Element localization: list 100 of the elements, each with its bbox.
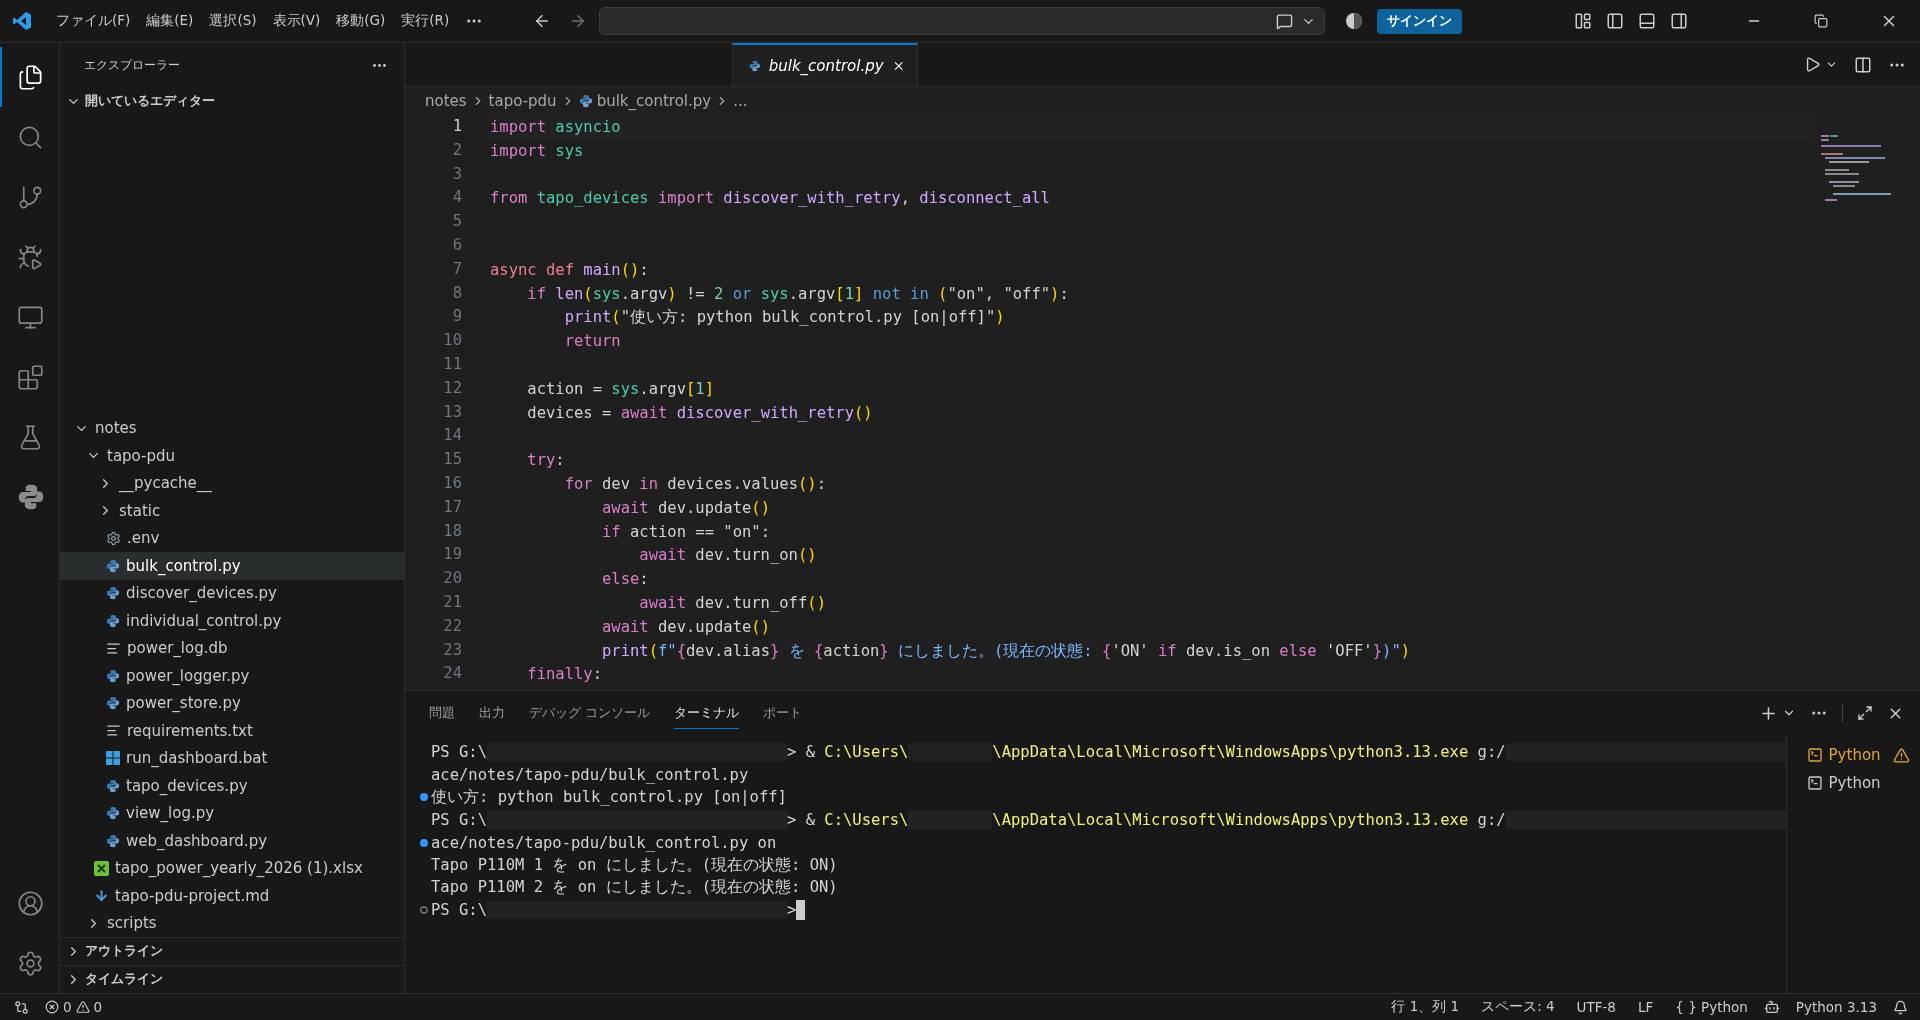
copilot-icon[interactable] — [1345, 12, 1364, 30]
section-header[interactable]: タイムライン — [60, 965, 404, 993]
status-item[interactable]: 行 1、列 1 — [1385, 998, 1466, 1016]
chat-icon[interactable] — [1276, 12, 1294, 30]
arrow-down-icon — [94, 888, 109, 904]
run-icon[interactable] — [1804, 56, 1821, 73]
copilot-icon[interactable] — [1763, 999, 1780, 1015]
python-logo-icon[interactable] — [16, 483, 45, 511]
panel-left-icon[interactable] — [1606, 12, 1624, 30]
file-item[interactable]: power_log.db — [60, 634, 404, 662]
file-item[interactable]: bulk_control.py — [60, 552, 404, 580]
extensions-icon[interactable] — [17, 363, 44, 391]
code-line: await dev.update() — [600, 497, 771, 519]
line-number: 16 — [442, 472, 463, 494]
panel-tab[interactable]: ターミナル — [674, 697, 740, 729]
python-file-icon — [749, 58, 761, 73]
line-number: 23 — [442, 639, 463, 661]
explorer-icon[interactable] — [17, 63, 44, 91]
line-number: 15 — [442, 449, 463, 471]
remote-icon[interactable] — [14, 999, 29, 1015]
run-debug-icon[interactable] — [17, 243, 44, 271]
file-item[interactable]: power_logger.py — [60, 662, 404, 690]
breadcrumb-item[interactable]: ... — [733, 92, 748, 110]
status-item[interactable]: UTF-8 — [1570, 999, 1622, 1015]
terminal-line: ace/notes/tapo-pdu/bulk_control.py — [430, 764, 750, 786]
success-dot-icon — [420, 793, 428, 802]
code-line: if len(sys.argv) != 2 or sys.argv[1] not in ("on", "off"): — [526, 283, 1070, 305]
terminal-line: ace/notes/tapo-pdu/bulk_control.py on — [417, 831, 1786, 854]
notifications-icon[interactable] — [1893, 999, 1908, 1015]
maximize-icon[interactable] — [1857, 705, 1873, 721]
file-item[interactable]: run_dashboard.bat — [60, 744, 404, 772]
line-number: 6 — [451, 235, 463, 256]
problems-status[interactable]: 0 0 — [39, 999, 109, 1015]
file-item[interactable]: tapo-pdu-project.md — [60, 882, 404, 910]
breadcrumb-item[interactable]: tapo-pdu — [488, 92, 557, 110]
sign-in-button[interactable]: サインイン — [1377, 8, 1463, 34]
editor-tab[interactable]: bulk_control.py — [732, 43, 918, 86]
folder-item[interactable]: tapo-pdu — [60, 442, 404, 470]
folder-item[interactable]: notes — [60, 414, 404, 442]
spreadsheet-icon — [94, 860, 109, 876]
split-editor-icon[interactable] — [1854, 55, 1872, 74]
menu-item[interactable]: 表示(V) — [264, 8, 329, 34]
status-item[interactable]: LF — [1631, 999, 1660, 1015]
code-line: from tapo_devices import discover_with_retry, disconnect_all — [490, 188, 1051, 210]
panel-tab[interactable]: 問題 — [429, 697, 455, 729]
restore-icon[interactable] — [1814, 14, 1828, 28]
panel-bottom-icon[interactable] — [1638, 12, 1656, 30]
section-header[interactable]: アウトライン — [60, 937, 404, 965]
folder-item[interactable]: scripts — [60, 909, 404, 937]
layout-icon[interactable] — [1574, 12, 1592, 30]
line-number: 4 — [451, 187, 463, 209]
panel-tab[interactable]: デバッグ コンソール — [529, 697, 651, 729]
python-file-icon — [106, 778, 120, 793]
menu-item[interactable]: 選択(S) — [201, 8, 265, 34]
empty-circle-icon — [420, 906, 428, 915]
terminal-session[interactable]: Python — [1786, 741, 1920, 769]
line-number: 18 — [442, 520, 463, 542]
interpreter-status[interactable]: Python 3.13 — [1789, 999, 1883, 1015]
file-item[interactable]: .env — [60, 524, 404, 552]
terminal-line: PS G:\ > & C:\Users\ \AppData\Local\Microsoft\WindowsApps\python3.13.exe g:/ — [417, 741, 1786, 764]
language-status[interactable]: { } Python — [1669, 999, 1754, 1015]
account-icon[interactable] — [17, 889, 44, 917]
settings-icon[interactable] — [17, 949, 44, 977]
python-file-icon — [106, 558, 120, 573]
status-item[interactable]: スペース: 4 — [1475, 998, 1561, 1016]
python-file-icon — [578, 94, 593, 108]
code-line: async def main(): — [490, 259, 650, 281]
command-center-field[interactable] — [599, 7, 1326, 35]
python-file-icon — [106, 613, 120, 628]
terminal-line: PS G:\ > & C:\Users\ \AppData\Local\Microsoft\WindowsApps\python3.13.exe g:/ — [417, 808, 1786, 832]
terminal-session[interactable]: Python — [1786, 769, 1920, 797]
file-item[interactable]: tapo_power_yearly_2026 (1).xlsx — [60, 854, 404, 882]
section-header[interactable]: 開いているエディター — [60, 87, 404, 115]
panel-tab[interactable]: 出力 — [479, 697, 505, 729]
breadcrumb-item[interactable]: notes — [425, 92, 467, 110]
code-line: await dev.turn_off() — [638, 592, 827, 614]
file-item[interactable]: discover_devices.py — [60, 579, 404, 607]
panel-right-icon[interactable] — [1670, 12, 1688, 30]
menu-item[interactable]: 移動(G) — [328, 8, 394, 34]
terminal-line: Tapo P110M 1 を on にしました。(現在の状態: ON) — [430, 854, 839, 876]
line-number: 12 — [442, 377, 463, 399]
python-file-icon — [106, 586, 120, 601]
panel-tab[interactable]: ポート — [763, 697, 803, 729]
file-item[interactable]: tapo_devices.py — [60, 772, 404, 800]
python-file-icon — [106, 668, 120, 683]
file-item[interactable]: web_dashboard.py — [60, 827, 404, 855]
file-item[interactable]: individual_control.py — [60, 607, 404, 635]
file-item[interactable]: power_store.py — [60, 689, 404, 717]
folder-item[interactable]: static — [60, 497, 404, 525]
menu-item[interactable]: 実行(R) — [393, 8, 458, 34]
menu-item[interactable]: ファイル(F) — [48, 8, 139, 34]
menu-item[interactable]: 編集(E) — [138, 8, 202, 34]
line-number: 3 — [451, 163, 463, 185]
file-item[interactable]: view_log.py — [60, 799, 404, 827]
code-line: await dev.update() — [600, 616, 771, 638]
file-item[interactable]: requirements.txt — [60, 717, 404, 745]
breadcrumb-item[interactable]: bulk_control.py — [596, 92, 712, 110]
code-line: print("使い方: python bulk_control.py [on|off]") — [563, 307, 1006, 329]
folder-item[interactable]: __pycache__ — [60, 469, 404, 497]
line-number: 1 — [451, 116, 463, 137]
